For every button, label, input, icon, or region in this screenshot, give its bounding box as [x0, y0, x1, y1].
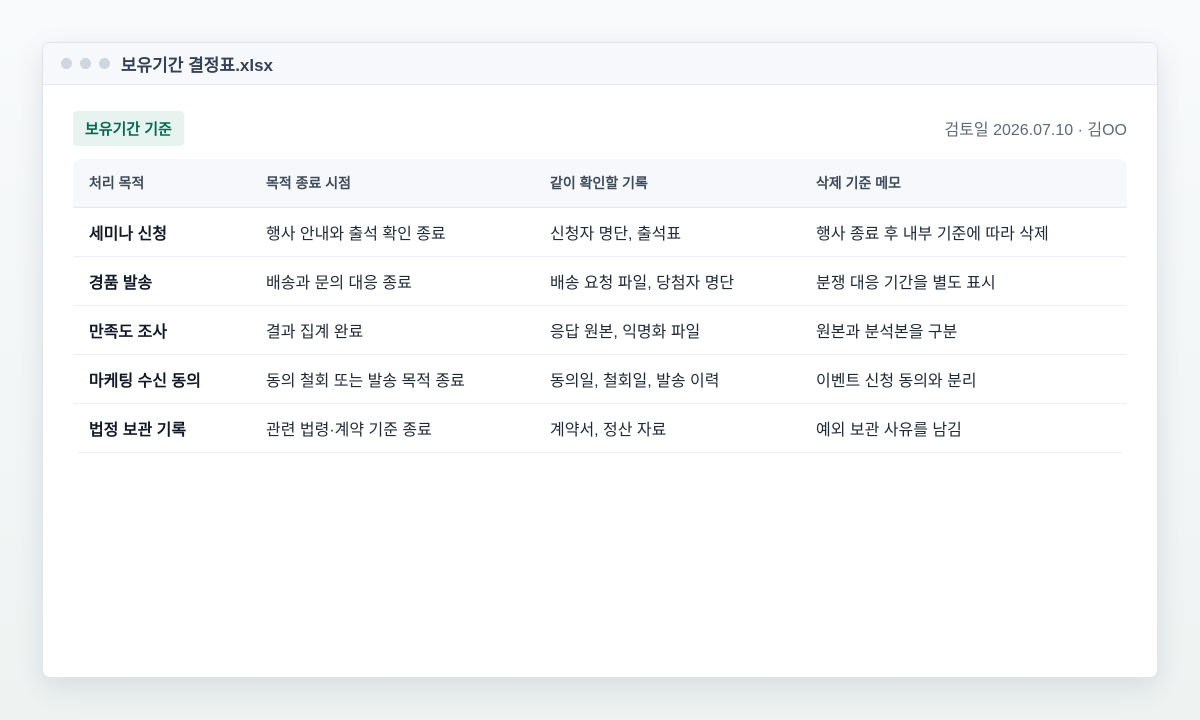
table-header-row: 처리 목적 목적 종료 시점 같이 확인할 기록 삭제 기준 메모 — [73, 159, 1127, 208]
column-header-purpose[interactable]: 처리 목적 — [73, 159, 250, 208]
cell-purpose[interactable]: 만족도 조사 — [73, 305, 250, 355]
table-row[interactable]: 마케팅 수신 동의 동의 철회 또는 발송 목적 종료 동의일, 철회일, 발송… — [73, 354, 1127, 404]
table-row[interactable]: 만족도 조사 결과 집계 완료 응답 원본, 익명화 파일 원본과 분석본을 구… — [73, 305, 1127, 355]
retention-table: 처리 목적 목적 종료 시점 같이 확인할 기록 삭제 기준 메모 세미나 신청… — [73, 159, 1127, 453]
cell-purpose[interactable]: 세미나 신청 — [73, 207, 250, 257]
cell-records[interactable]: 응답 원본, 익명화 파일 — [534, 305, 800, 355]
column-header-records[interactable]: 같이 확인할 기록 — [534, 159, 800, 208]
table-row[interactable]: 세미나 신청 행사 안내와 출석 확인 종료 신청자 명단, 출석표 행사 종료… — [73, 207, 1127, 257]
window-title: 보유기간 결정표.xlsx — [121, 56, 274, 75]
cell-end-point[interactable]: 결과 집계 완료 — [250, 305, 534, 355]
review-meta: 검토일 2026.07.10 · 김OO — [944, 122, 1127, 139]
cell-records[interactable]: 배송 요청 파일, 당첨자 명단 — [534, 256, 800, 306]
cell-purpose[interactable]: 경품 발송 — [73, 256, 250, 306]
table-row[interactable]: 법정 보관 기록 관련 법령·계약 기준 종료 계약서, 정산 자료 예외 보관… — [73, 403, 1127, 453]
cell-memo[interactable]: 예외 보관 사유를 남김 — [800, 403, 1127, 453]
cell-purpose[interactable]: 마케팅 수신 동의 — [73, 354, 250, 404]
category-badge: 보유기간 기준 — [73, 110, 184, 146]
table-row[interactable]: 경품 발송 배송과 문의 대응 종료 배송 요청 파일, 당첨자 명단 분쟁 대… — [73, 256, 1127, 306]
cell-records[interactable]: 동의일, 철회일, 발송 이력 — [534, 354, 800, 404]
cell-memo[interactable]: 분쟁 대응 기간을 별도 표시 — [800, 256, 1127, 306]
title-bar: 보유기간 결정표.xlsx — [43, 43, 1157, 85]
cell-memo[interactable]: 원본과 분석본을 구분 — [800, 305, 1127, 355]
cell-records[interactable]: 신청자 명단, 출석표 — [534, 207, 800, 257]
table-header: 처리 목적 목적 종료 시점 같이 확인할 기록 삭제 기준 메모 — [73, 159, 1127, 208]
cell-end-point[interactable]: 관련 법령·계약 기준 종료 — [250, 403, 534, 453]
cell-purpose[interactable]: 법정 보관 기록 — [73, 403, 250, 453]
window-control-dot-minimize[interactable] — [80, 58, 91, 69]
sheet-header: 보유기간 기준 검토일 2026.07.10 · 김OO — [73, 110, 1127, 146]
retention-table-card: 처리 목적 목적 종료 시점 같이 확인할 기록 삭제 기준 메모 세미나 신청… — [73, 159, 1127, 453]
spreadsheet-window: 보유기간 결정표.xlsx 보유기간 기준 검토일 2026.07.10 · 김… — [42, 42, 1158, 678]
cell-end-point[interactable]: 동의 철회 또는 발송 목적 종료 — [250, 354, 534, 404]
document-content: 보유기간 기준 검토일 2026.07.10 · 김OO 처리 목적 목적 종료… — [43, 85, 1157, 453]
window-control-dot-close[interactable] — [61, 58, 72, 69]
column-header-memo[interactable]: 삭제 기준 메모 — [800, 159, 1127, 208]
cell-memo[interactable]: 행사 종료 후 내부 기준에 따라 삭제 — [800, 207, 1127, 257]
cell-memo[interactable]: 이벤트 신청 동의와 분리 — [800, 354, 1127, 404]
cell-end-point[interactable]: 행사 안내와 출석 확인 종료 — [250, 207, 534, 257]
cell-end-point[interactable]: 배송과 문의 대응 종료 — [250, 256, 534, 306]
column-header-end-point[interactable]: 목적 종료 시점 — [250, 159, 534, 208]
table-body: 세미나 신청 행사 안내와 출석 확인 종료 신청자 명단, 출석표 행사 종료… — [73, 207, 1127, 453]
cell-records[interactable]: 계약서, 정산 자료 — [534, 403, 800, 453]
window-control-dot-maximize[interactable] — [99, 58, 110, 69]
